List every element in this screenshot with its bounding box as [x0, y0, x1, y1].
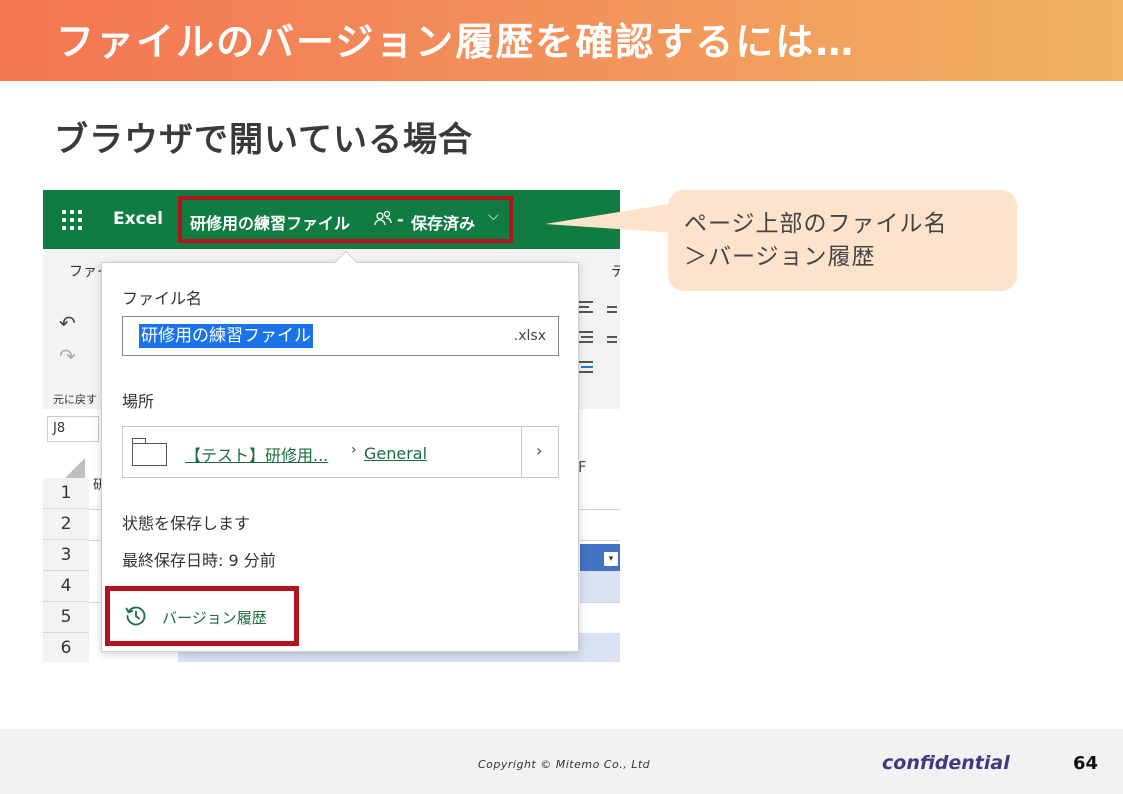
page-number: 64: [1073, 753, 1099, 774]
title-separator: -: [397, 210, 404, 229]
location-site-link[interactable]: 【テスト】研修用...: [185, 442, 328, 466]
name-box[interactable]: J8: [47, 416, 99, 442]
copyright-text: Copyright © Mitemo Co., Ltd: [478, 758, 651, 771]
confidential-label: confidential: [882, 752, 1010, 774]
filename-label: ファイル名: [122, 289, 203, 308]
callout-line-1: ページ上部のファイル名: [684, 211, 948, 237]
location-divider: [521, 427, 522, 477]
callout-line-2: ＞バージョン履歴: [684, 244, 876, 270]
row-header[interactable]: 2: [43, 509, 89, 540]
excel-app-bar: Excel 研修用の練習ファイル - 保存済み ⌵: [43, 190, 620, 249]
save-status: 保存済み: [411, 214, 476, 233]
chevron-right-icon[interactable]: ›: [536, 441, 542, 460]
table-band-row: [580, 571, 620, 602]
file-title-button[interactable]: 研修用の練習ファイル - 保存済み ⌵: [178, 196, 513, 243]
row-header[interactable]: 4: [43, 571, 89, 602]
chevron-down-icon: ⌵: [488, 208, 499, 224]
filename-value: 研修用の練習ファイル: [139, 324, 313, 348]
row-header[interactable]: 3: [43, 540, 89, 571]
slide-subtitle: ブラウザで開いている場合: [54, 120, 473, 160]
column-header-f[interactable]: F: [578, 458, 587, 476]
row-header[interactable]: 6: [43, 633, 89, 662]
file-extension: .xlsx: [513, 328, 546, 344]
callout-box: ページ上部のファイル名 ＞バージョン履歴: [668, 190, 1017, 291]
location-label: 場所: [122, 392, 155, 411]
history-clock-icon: [124, 604, 148, 628]
select-all-corner[interactable]: [65, 458, 85, 478]
save-state-text: 状態を保存します: [122, 514, 251, 533]
breadcrumb-separator-icon: ›: [351, 442, 357, 458]
file-title-text: 研修用の練習ファイル: [190, 214, 351, 233]
version-history-label: バージョン履歴: [162, 609, 267, 627]
title-bar: ファイルのバージョン履歴を確認するには…: [0, 0, 1123, 81]
filename-input[interactable]: 研修用の練習ファイル .xlsx: [122, 316, 559, 356]
location-channel-link[interactable]: General: [364, 444, 427, 463]
location-field[interactable]: 【テスト】研修用... › General ›: [122, 426, 559, 478]
align-left-icon[interactable]: [577, 297, 617, 377]
callout-tail: [545, 203, 675, 233]
footer: Copyright © Mitemo Co., Ltd confidential…: [0, 729, 1123, 794]
version-history-button[interactable]: バージョン履歴: [105, 586, 299, 646]
folder-icon: [132, 438, 167, 466]
file-info-popup: ファイル名 研修用の練習ファイル .xlsx 場所 【テスト】研修用... › …: [101, 250, 579, 652]
last-saved-text: 最終保存日時: 9 分前: [122, 551, 276, 570]
row-header[interactable]: 1: [43, 478, 89, 509]
redo-icon[interactable]: ↷: [59, 344, 76, 368]
undo-icon[interactable]: ↶: [59, 311, 76, 335]
undo-label: 元に戻す: [53, 393, 97, 406]
app-name: Excel: [113, 209, 164, 229]
slide-title: ファイルのバージョン履歴を確認するには…: [56, 20, 856, 64]
ribbon-tab-other[interactable]: テ: [611, 261, 620, 281]
row-header[interactable]: 5: [43, 602, 89, 633]
shared-people-icon: [373, 209, 393, 231]
app-launcher-icon[interactable]: [62, 210, 82, 230]
filter-dropdown-icon[interactable]: ▾: [604, 552, 618, 566]
